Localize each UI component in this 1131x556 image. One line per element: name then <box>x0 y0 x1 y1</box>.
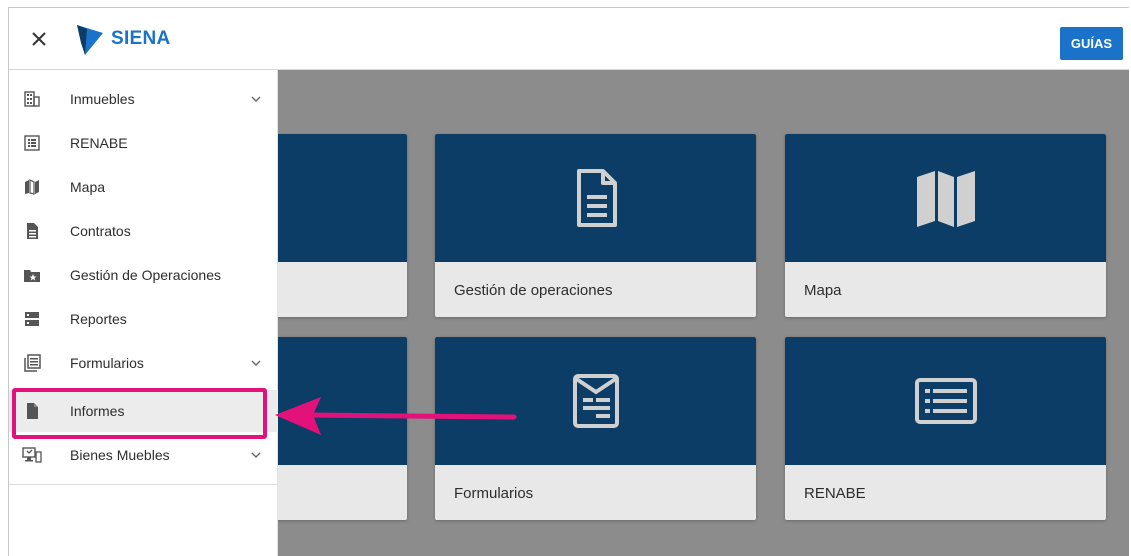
chevron-down-icon <box>251 452 261 458</box>
card-header <box>435 134 756 262</box>
sidebar-nav: Inmuebles RENABE Mapa Contratos Gestión … <box>9 70 278 556</box>
brand-name: SIENA <box>111 28 171 49</box>
document-lines-icon <box>576 169 617 227</box>
sidebar-item-contratos[interactable]: Contratos <box>9 210 278 252</box>
siena-logo[interactable]: SIENA <box>77 23 171 55</box>
sidebar-item-label: Informes <box>70 403 125 419</box>
dashboard-card[interactable]: Gestión de operaciones <box>435 134 756 317</box>
sidebar-item-label: RENABE <box>70 135 128 151</box>
card-label: Gestión de operaciones <box>454 282 613 299</box>
close-menu-icon[interactable] <box>27 27 51 51</box>
document-icon <box>22 221 42 241</box>
chevron-down-icon <box>251 96 261 102</box>
forms-icon <box>22 353 42 373</box>
desktop-icon <box>22 445 42 465</box>
list-box-icon <box>914 378 977 424</box>
list-icon <box>22 133 42 153</box>
map-icon <box>22 177 42 197</box>
card-header <box>785 134 1106 262</box>
sidebar-divider <box>9 484 278 485</box>
app-window: SIENA GUÍAS Gestión de operaciones Mapa … <box>8 7 1129 556</box>
sidebar-item-label: Inmuebles <box>70 91 135 107</box>
sidebar-item-label: Mapa <box>70 179 106 195</box>
card-label: RENABE <box>804 485 866 502</box>
chevron-down-icon <box>251 360 261 366</box>
sidebar-item-informes[interactable]: Informes <box>9 390 278 432</box>
file-icon <box>22 401 42 421</box>
building-icon <box>22 89 42 109</box>
top-bar: SIENA GUÍAS <box>9 8 1129 70</box>
form-envelope-icon <box>572 374 619 428</box>
sidebar-item-bienes-muebles[interactable]: Bienes Muebles <box>9 434 278 476</box>
dashboard-card[interactable]: Formularios <box>435 337 756 520</box>
sidebar-item-label: Contratos <box>70 223 131 239</box>
folder-star-icon <box>22 265 42 285</box>
sidebar-item-label: Bienes Muebles <box>70 447 170 463</box>
sidebar-item-renabe[interactable]: RENABE <box>9 122 278 164</box>
sidebar-item-label: Formularios <box>70 355 144 371</box>
dashboard-card[interactable]: Mapa <box>785 134 1106 317</box>
sidebar-item-mapa[interactable]: Mapa <box>9 166 278 208</box>
sidebar-item-label: Gestión de Operaciones <box>70 267 221 283</box>
sidebar-item-formularios[interactable]: Formularios <box>9 342 278 384</box>
sidebar-item-gestion-operaciones[interactable]: Gestión de Operaciones <box>9 254 278 296</box>
map-icon <box>916 171 975 227</box>
sidebar-item-label: Reportes <box>70 311 127 327</box>
guides-button[interactable]: GUÍAS <box>1060 27 1123 60</box>
card-header <box>785 337 1106 465</box>
sidebar-item-inmuebles[interactable]: Inmuebles <box>9 78 278 120</box>
card-label: Mapa <box>804 282 842 299</box>
siena-logo-icon <box>77 25 103 55</box>
card-header <box>435 337 756 465</box>
server-icon <box>22 309 42 329</box>
dashboard-card[interactable]: RENABE <box>785 337 1106 520</box>
card-label: Formularios <box>454 485 534 502</box>
sidebar-item-reportes[interactable]: Reportes <box>9 298 278 340</box>
